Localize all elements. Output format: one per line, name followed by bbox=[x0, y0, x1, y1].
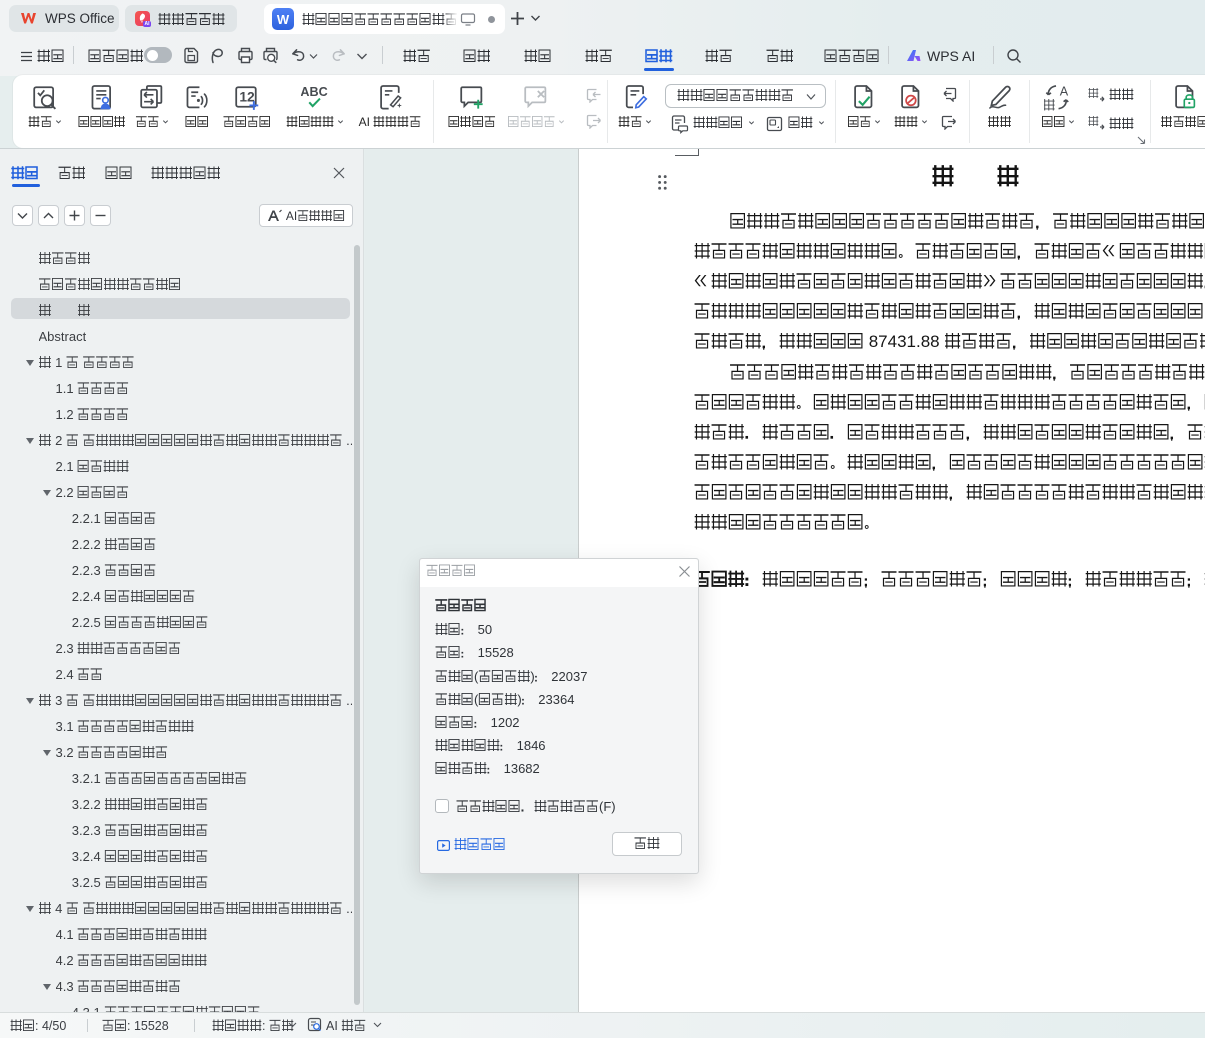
svg-text:文: 文 bbox=[1044, 98, 1055, 111]
svg-text:A: A bbox=[1060, 84, 1069, 97]
svg-text:繁: 繁 bbox=[1088, 116, 1099, 127]
svg-text:ABC: ABC bbox=[301, 85, 328, 98]
svg-text:简: 简 bbox=[1088, 88, 1099, 99]
svg-text:12: 12 bbox=[239, 90, 255, 104]
